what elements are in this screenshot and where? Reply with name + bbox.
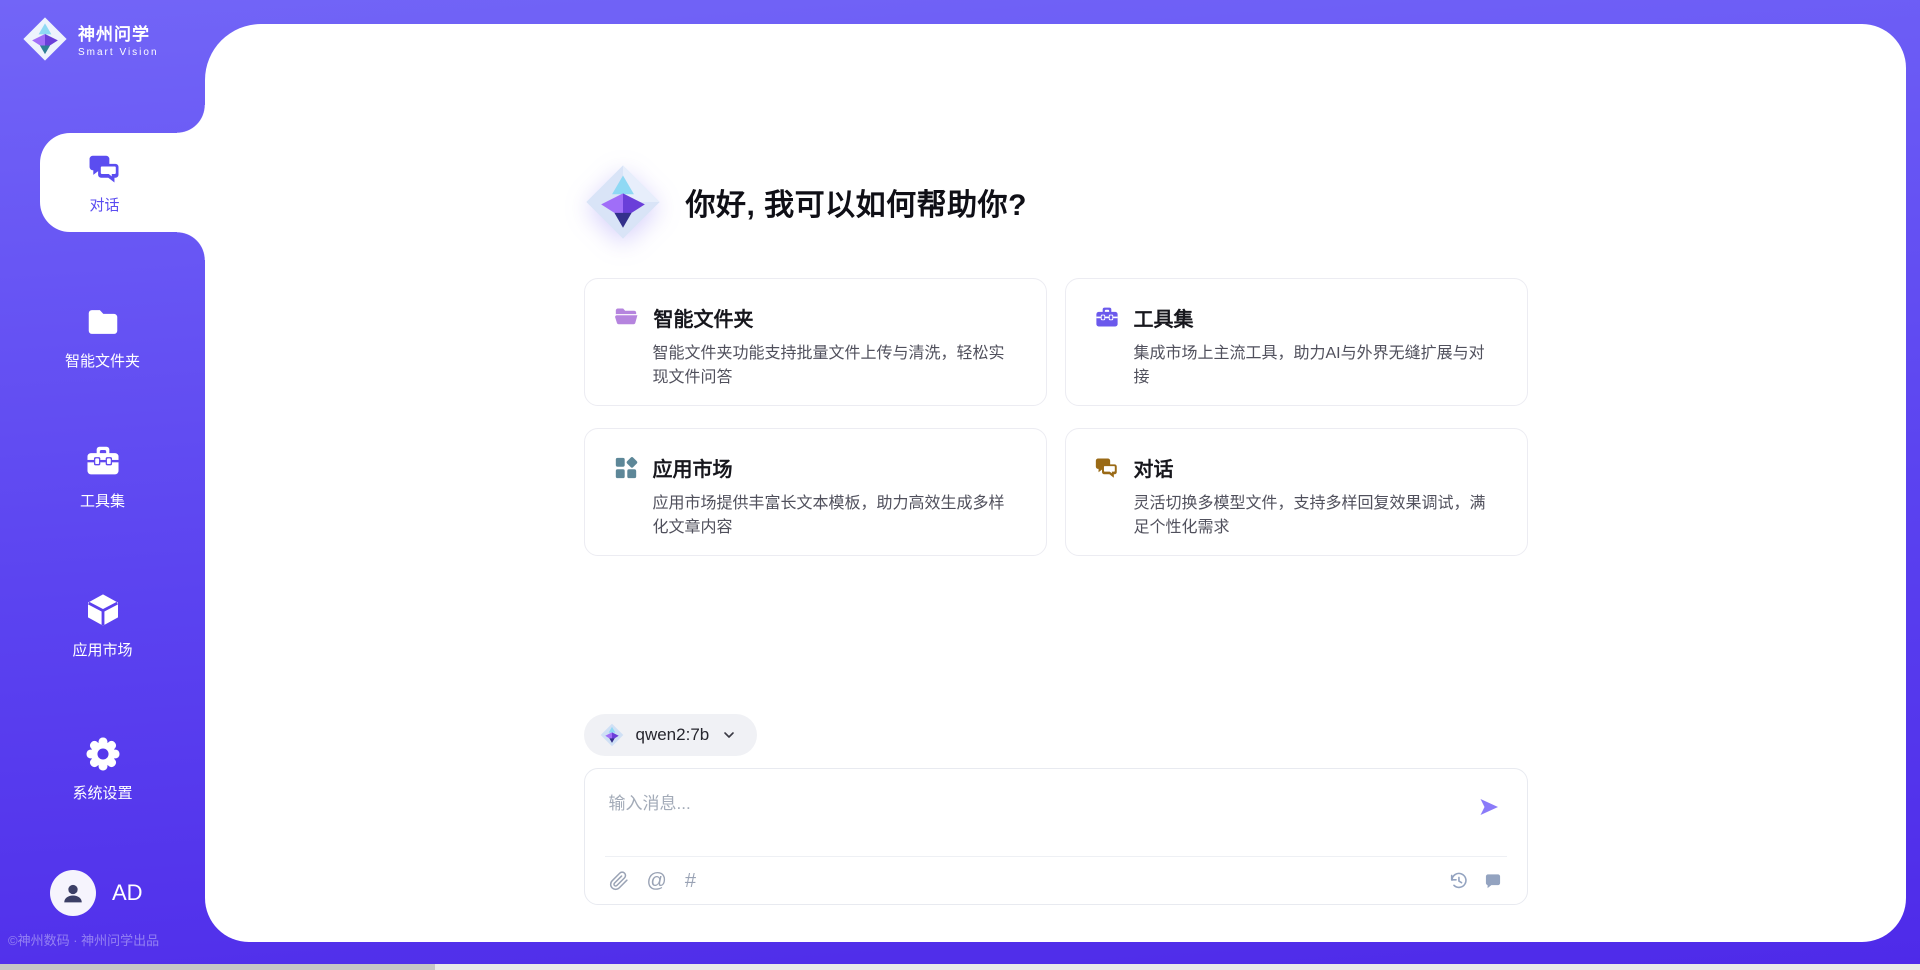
horizontal-scrollbar[interactable] — [0, 964, 1920, 970]
model-name: qwen2:7b — [636, 725, 710, 745]
brand: 神州问学 Smart Vision — [22, 16, 159, 62]
folder-icon — [84, 303, 122, 341]
main-panel: 你好, 我可以如何帮助你? 智能文件夹 智能文件夹功能支持批量文件上传与清洗，轻… — [205, 24, 1906, 942]
sidebar-item-chat[interactable]: 对话 — [40, 133, 205, 232]
chevron-down-icon — [721, 727, 737, 743]
card-description: 智能文件夹功能支持批量文件上传与清洗，轻松实现文件问答 — [653, 342, 1018, 390]
card-title: 对话 — [1134, 453, 1174, 482]
folder-open-icon — [613, 304, 640, 331]
scrollbar-thumb[interactable] — [0, 964, 435, 970]
sidebar-item-label: 工具集 — [80, 490, 125, 511]
copyright: ©神州数码 · 神州问学出品 — [8, 930, 198, 949]
card-smart-folder[interactable]: 智能文件夹 智能文件夹功能支持批量文件上传与清洗，轻松实现文件问答 — [584, 278, 1047, 406]
tab-curve-bottom — [177, 232, 205, 260]
model-selector[interactable]: qwen2:7b — [584, 714, 758, 756]
card-description: 灵活切换多模型文件，支持多样回复效果调试，满足个性化需求 — [1134, 492, 1499, 540]
sidebar-item-toolset[interactable]: 工具集 — [0, 443, 205, 511]
sidebar-item-folders[interactable]: 智能文件夹 — [0, 303, 205, 371]
sidebar-item-label: 系统设置 — [72, 782, 132, 803]
toolbox-icon — [84, 443, 122, 481]
hash-icon[interactable]: # — [685, 871, 696, 891]
user-chip[interactable]: AD — [50, 870, 143, 916]
comment-icon[interactable] — [1483, 871, 1503, 891]
send-icon — [1477, 795, 1501, 819]
brand-name: 神州问学 — [78, 20, 159, 45]
feature-cards: 智能文件夹 智能文件夹功能支持批量文件上传与清洗，轻松实现文件问答 — [584, 278, 1528, 556]
tab-curve-top — [177, 105, 205, 133]
sidebar-item-label: 应用市场 — [72, 639, 132, 660]
send-button[interactable] — [1477, 795, 1501, 822]
card-app-market[interactable]: 应用市场 应用市场提供丰富长文本模板，助力高效生成多样化文章内容 — [584, 428, 1047, 556]
message-input[interactable]: 输入消息... — [585, 769, 1527, 856]
diamond-logo-icon — [584, 163, 662, 241]
card-title: 应用市场 — [653, 453, 733, 482]
card-description: 应用市场提供丰富长文本模板，助力高效生成多样化文章内容 — [653, 492, 1018, 540]
sidebar-item-label: 智能文件夹 — [65, 350, 140, 371]
sidebar-item-app-market[interactable]: 应用市场 — [0, 590, 205, 660]
user-name: AD — [112, 880, 143, 906]
chat-icon — [87, 151, 123, 187]
card-chat[interactable]: 对话 灵活切换多模型文件，支持多样回复效果调试，满足个性化需求 — [1065, 428, 1528, 556]
card-title: 智能文件夹 — [654, 303, 754, 332]
diamond-logo-icon — [600, 723, 624, 747]
greeting: 你好, 我可以如何帮助你? — [584, 162, 1528, 242]
at-icon[interactable]: @ — [647, 871, 667, 891]
user-avatar-icon — [59, 879, 87, 907]
brand-subtitle: Smart Vision — [78, 47, 159, 58]
composer: 输入消息... @ # — [584, 768, 1528, 905]
diamond-logo-icon — [22, 16, 68, 62]
gear-icon — [84, 735, 122, 773]
card-description: 集成市场上主流工具，助力AI与外界无缝扩展与对接 — [1134, 342, 1499, 390]
paperclip-icon[interactable] — [609, 871, 629, 891]
chat-icon — [1094, 455, 1120, 481]
cube-icon — [83, 590, 123, 630]
card-title: 工具集 — [1134, 303, 1194, 332]
input-placeholder: 输入消息... — [609, 794, 691, 813]
greeting-text: 你好, 我可以如何帮助你? — [686, 180, 1028, 224]
sidebar: 神州问学 Smart Vision 对话 智能文件夹 — [0, 0, 205, 970]
composer-toolbar: @ # — [605, 856, 1507, 904]
card-toolset[interactable]: 工具集 集成市场上主流工具，助力AI与外界无缝扩展与对接 — [1065, 278, 1528, 406]
avatar — [50, 870, 96, 916]
toolbox-icon — [1094, 305, 1120, 331]
app-grid-icon — [613, 455, 639, 481]
sidebar-item-settings[interactable]: 系统设置 — [0, 735, 205, 803]
sidebar-item-label: 对话 — [89, 194, 119, 215]
history-icon[interactable] — [1448, 870, 1469, 891]
